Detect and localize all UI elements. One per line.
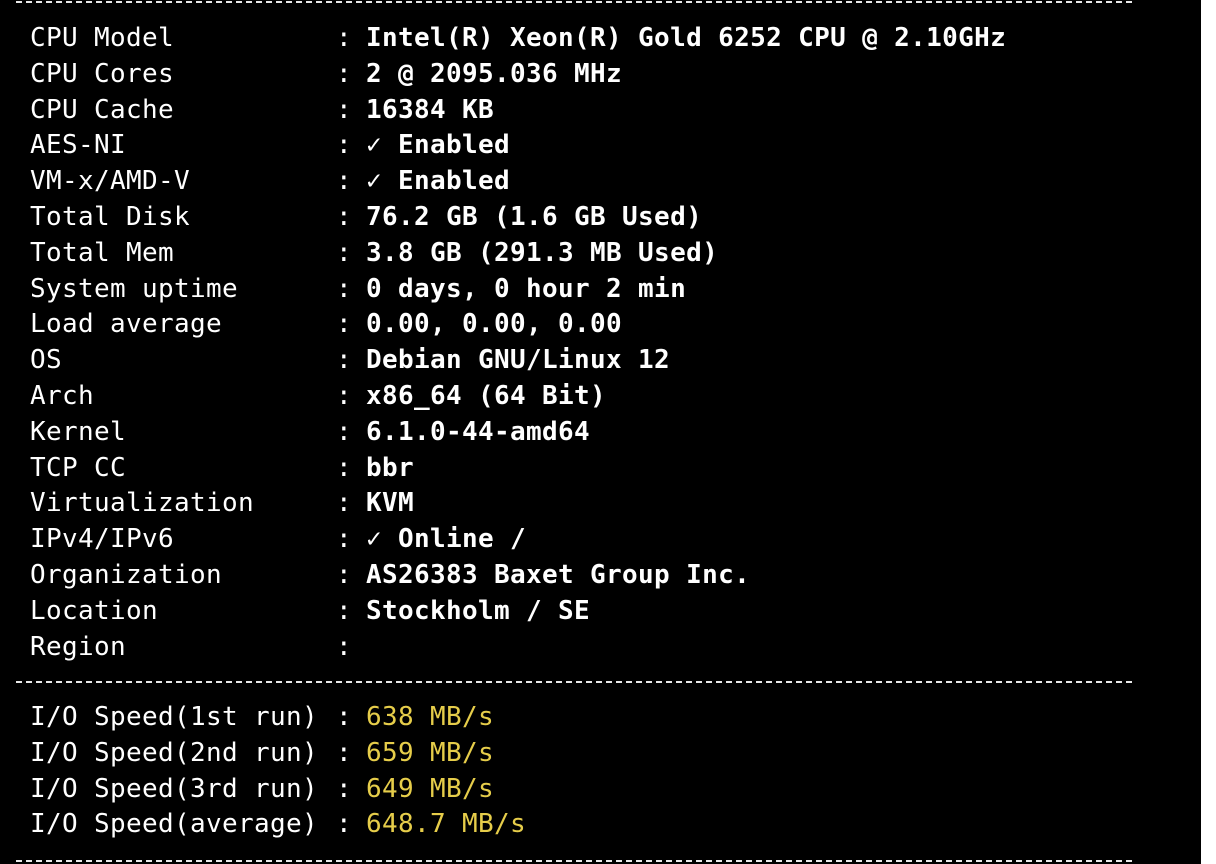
row-value: 0.00, 0.00, 0.00 — [366, 309, 623, 340]
row-separator: : — [336, 809, 353, 840]
row-label: CPU Cores — [30, 58, 175, 89]
row-separator: : — [336, 23, 353, 53]
row-label: OS — [30, 345, 63, 376]
row-separator: : — [336, 309, 353, 340]
row-value: AS26383 Baxet Group Inc. — [366, 560, 751, 590]
row-separator: : — [336, 345, 353, 376]
row-value: bbr — [366, 452, 415, 483]
row-label: I/O Speed(2nd run) — [30, 737, 319, 768]
row-label: Region — [30, 631, 127, 662]
row-label: Kernel — [30, 416, 127, 447]
row-separator: : — [336, 631, 353, 662]
row-value: x86_64 (64 Bit) — [366, 381, 607, 411]
row-label: Total Mem — [30, 237, 175, 268]
row-label: I/O Speed(average) — [30, 809, 319, 840]
row-separator: : — [336, 488, 353, 519]
row-separator: : — [336, 595, 353, 626]
row-label: Location — [30, 595, 159, 626]
row-label: Arch — [30, 381, 95, 411]
row-separator: : — [336, 94, 353, 125]
row-value: Stockholm / SE — [366, 595, 591, 626]
row-value: 0 days, 0 hour 2 min — [366, 273, 687, 304]
row-value: 648.7 MB/s — [366, 809, 527, 840]
row-label: I/O Speed(1st run) — [30, 702, 319, 732]
row-separator: : — [336, 452, 353, 483]
row-value: 3.8 GB (291.3 MB Used) — [366, 237, 719, 268]
row-separator: : — [336, 560, 353, 590]
row-label: CPU Model — [30, 23, 175, 53]
row-separator: : — [336, 773, 353, 804]
row-value: ✓ Enabled — [366, 130, 511, 161]
row-value: 638 MB/s — [366, 702, 495, 732]
row-label: Organization — [30, 560, 223, 590]
divider-top — [16, 1, 1132, 3]
row-label: VM-x/AMD-V — [30, 166, 191, 197]
row-value: 16384 KB — [366, 94, 495, 125]
row-separator: : — [336, 524, 353, 555]
divider-middle — [16, 681, 1132, 683]
row-separator: : — [336, 130, 353, 161]
row-value: 2 @ 2095.036 MHz — [366, 58, 623, 89]
row-value: 6.1.0-44-amd64 — [366, 416, 591, 447]
row-value: ✓ Enabled — [366, 166, 511, 197]
row-label: TCP CC — [30, 452, 127, 483]
row-label: Load average — [30, 309, 223, 340]
row-label: AES-NI — [30, 130, 127, 161]
row-separator: : — [336, 273, 353, 304]
row-label: CPU Cache — [30, 94, 175, 125]
row-separator: : — [336, 702, 353, 732]
row-separator: : — [336, 381, 353, 411]
terminal-window[interactable]: CPU Model: Intel(R) Xeon(R) Gold 6252 CPU… — [0, 0, 1201, 864]
row-separator: : — [336, 166, 353, 197]
row-value: KVM — [366, 488, 415, 519]
row-label: I/O Speed(3rd run) — [30, 773, 319, 804]
row-label: System uptime — [30, 273, 239, 304]
row-value: 76.2 GB (1.6 GB Used) — [366, 202, 703, 232]
row-value: ✓ Online / — [366, 524, 527, 555]
row-value: Intel(R) Xeon(R) Gold 6252 CPU @ 2.10GHz — [366, 23, 1007, 53]
row-label: Total Disk — [30, 202, 191, 232]
row-separator: : — [336, 737, 353, 768]
row-label: IPv4/IPv6 — [30, 524, 175, 555]
row-separator: : — [336, 58, 353, 89]
row-separator: : — [336, 202, 353, 232]
row-label: Virtualization — [30, 488, 255, 519]
row-value: 649 MB/s — [366, 773, 495, 804]
row-separator: : — [336, 237, 353, 268]
divider-bottom — [16, 860, 1132, 862]
row-value: Debian GNU/Linux 12 — [366, 345, 671, 376]
row-separator: : — [336, 416, 353, 447]
row-value: 659 MB/s — [366, 737, 495, 768]
